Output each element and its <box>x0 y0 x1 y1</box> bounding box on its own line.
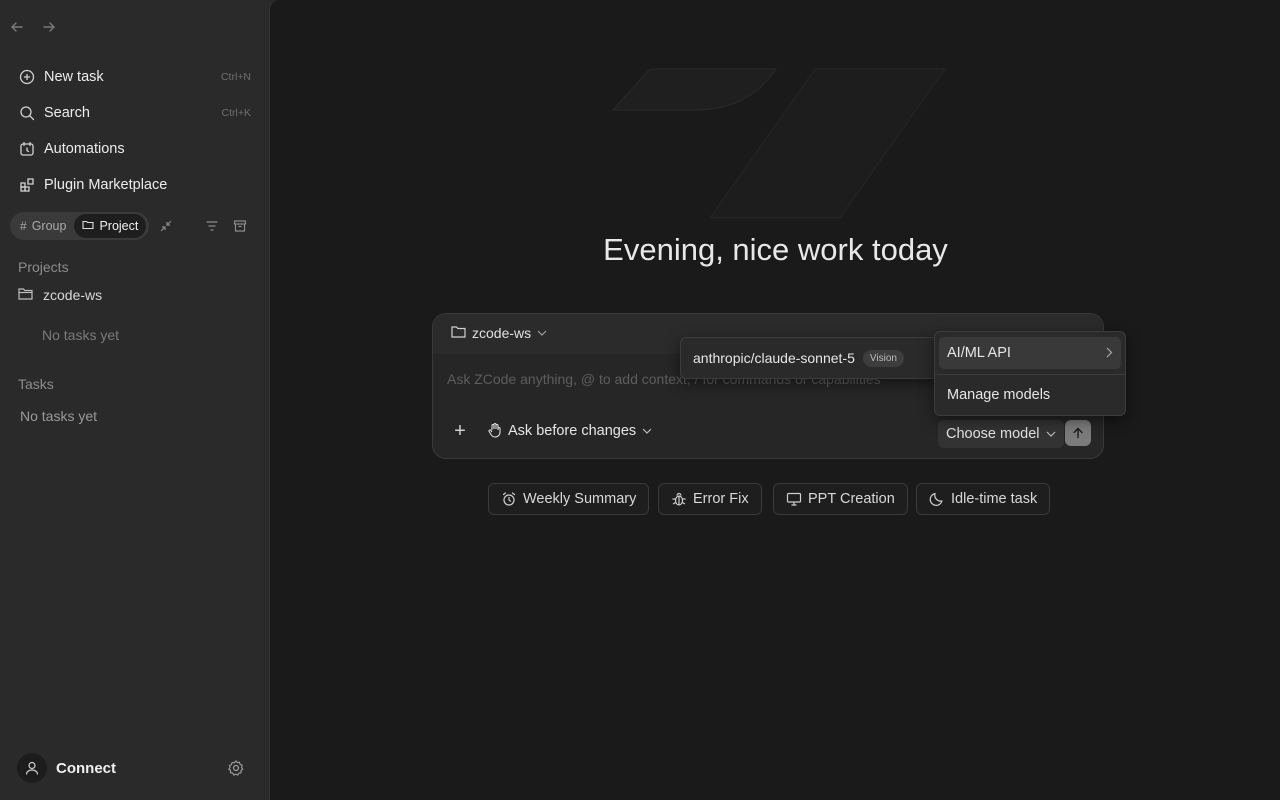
choose-model-button[interactable]: Choose model <box>938 420 1064 448</box>
new-task-label: New task <box>44 69 104 85</box>
automations-button[interactable]: Automations <box>10 133 259 165</box>
quick-action-weekly-summary[interactable]: Weekly Summary <box>488 483 650 515</box>
chevron-down-icon <box>1046 429 1056 440</box>
folder-icon <box>82 219 94 233</box>
plugin-marketplace-button[interactable]: Plugin Marketplace <box>10 169 259 201</box>
quick-action-label: Weekly Summary <box>523 491 637 507</box>
mode-selector-label: Ask before changes <box>508 423 637 439</box>
choose-model-label: Choose model <box>946 426 1040 442</box>
new-task-shortcut: Ctrl+N <box>220 71 251 83</box>
group-toggle-label: Group <box>31 219 67 233</box>
quick-action-ppt-creation[interactable]: PPT Creation <box>773 483 908 515</box>
nav-arrows <box>8 18 58 36</box>
presentation-icon <box>786 491 802 507</box>
model-submenu: anthropic/claude-sonnet-5 Vision <box>680 337 938 379</box>
quick-action-idle-time-task[interactable]: Idle-time task <box>916 483 1051 515</box>
collapse-icon[interactable] <box>157 217 175 235</box>
greeting-title: Evening, nice work today <box>603 232 948 267</box>
project-item-zcode-ws[interactable]: zcode-ws <box>18 287 102 303</box>
alarm-clock-icon <box>501 491 517 507</box>
model-option-claude-sonnet-5[interactable]: anthropic/claude-sonnet-5 <box>693 350 855 366</box>
sidebar: New task Ctrl+N Search Ctrl+K Automation… <box>0 0 269 800</box>
connect-account[interactable]: Connect <box>17 753 116 783</box>
project-empty-text: No tasks yet <box>42 327 120 343</box>
project-name: zcode-ws <box>43 287 103 303</box>
forward-arrow-icon[interactable] <box>40 18 58 36</box>
search-shortcut: Ctrl+K <box>221 107 251 119</box>
moon-icon <box>929 491 945 507</box>
view-toggle: # Group Project <box>10 212 149 240</box>
manage-models-label: Manage models <box>947 387 1051 403</box>
project-toggle-label: Project <box>99 219 139 233</box>
connect-label: Connect <box>56 759 116 777</box>
group-toggle[interactable]: # Group <box>12 214 74 238</box>
search-icon <box>18 104 36 122</box>
bug-icon <box>671 491 687 507</box>
mode-selector[interactable]: Ask before changes <box>487 422 652 440</box>
avatar <box>17 753 47 783</box>
hash-icon: # <box>20 219 27 233</box>
hand-icon <box>487 422 505 440</box>
alarm-clock-icon <box>18 140 36 158</box>
folder-icon <box>451 325 467 341</box>
app-window: New task Ctrl+N Search Ctrl+K Automation… <box>0 0 1280 800</box>
main-panel: Evening, nice work today zcode-ws + Ask … <box>269 0 1280 800</box>
folder-picker-label: zcode-ws <box>472 325 532 341</box>
quick-action-label: Idle-time task <box>951 491 1038 507</box>
plus-circle-icon <box>18 68 36 86</box>
plugin-marketplace-label: Plugin Marketplace <box>44 177 168 193</box>
plugin-grid-icon <box>18 176 36 194</box>
model-provider-menu: AI/ML API Manage models <box>934 331 1126 416</box>
search-label: Search <box>44 105 90 121</box>
tasks-heading: Tasks <box>18 376 54 392</box>
archive-icon[interactable] <box>231 217 249 235</box>
zcode-logo-watermark <box>611 68 946 219</box>
settings-gear-icon[interactable] <box>227 759 245 777</box>
chevron-down-icon <box>537 328 547 339</box>
folder-open-icon <box>18 287 34 303</box>
back-arrow-icon[interactable] <box>8 18 26 36</box>
quick-action-error-fix[interactable]: Error Fix <box>658 483 762 515</box>
search-button[interactable]: Search Ctrl+K <box>10 97 259 129</box>
project-toggle[interactable]: Project <box>74 214 147 238</box>
vision-badge: Vision <box>862 349 904 367</box>
chevron-down-icon <box>642 426 652 437</box>
provider-item-aiml-api[interactable]: AI/ML API <box>939 337 1121 369</box>
arrow-up-icon <box>1073 427 1083 439</box>
send-button[interactable] <box>1065 420 1091 446</box>
add-attachment-button[interactable]: + <box>451 421 469 441</box>
quick-action-label: PPT Creation <box>808 491 895 507</box>
filter-icon[interactable] <box>203 217 221 235</box>
menu-divider <box>935 374 1125 375</box>
user-icon <box>25 761 39 775</box>
folder-picker[interactable]: zcode-ws <box>451 325 547 341</box>
provider-label: AI/ML API <box>947 345 1011 361</box>
manage-models-item[interactable]: Manage models <box>939 379 1121 411</box>
new-task-button[interactable]: New task Ctrl+N <box>10 61 259 93</box>
chevron-right-icon <box>1106 346 1113 361</box>
projects-heading: Projects <box>18 259 69 275</box>
tasks-empty-text: No tasks yet <box>20 408 98 424</box>
quick-action-label: Error Fix <box>693 491 749 507</box>
automations-label: Automations <box>44 141 125 157</box>
